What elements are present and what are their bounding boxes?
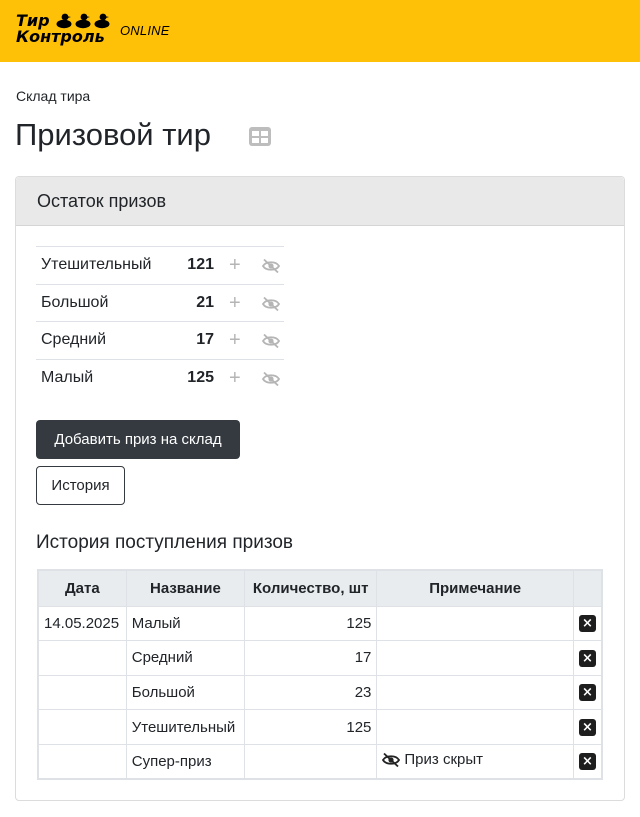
cell-qty: 125 (244, 709, 378, 745)
table-row: Утешительный 125 × (37, 709, 603, 745)
cell-date (37, 674, 127, 711)
column-header-qty: Количество, шт (244, 569, 378, 607)
table-icon[interactable] (248, 126, 272, 147)
hidden-note-text: Приз скрыт (404, 751, 483, 769)
cell-date (37, 709, 127, 745)
plus-icon[interactable]: + (229, 255, 241, 275)
cell-note (376, 640, 574, 676)
stock-name: Утешительный (41, 256, 152, 273)
cell-qty: 125 (244, 605, 378, 642)
cell-actions: × (572, 605, 603, 642)
table-row: 14.05.2025 Малый 125 × (37, 605, 603, 642)
hidden-note: Приз скрыт (382, 751, 483, 768)
close-icon[interactable]: × (578, 719, 596, 737)
stock-count: 121 (187, 256, 214, 273)
eye-slash-icon[interactable] (262, 371, 280, 387)
card-header: Остаток призов (16, 177, 624, 226)
card-title: Остаток призов (37, 191, 167, 211)
add-prize-button[interactable]: Добавить приз на склад (36, 420, 240, 459)
column-header-note: Примечание (376, 569, 574, 607)
history-button[interactable]: История (36, 466, 125, 505)
column-header-actions (572, 569, 603, 607)
cell-actions: × (572, 674, 603, 711)
history-table: Дата Название Количество, шт Примечание … (37, 569, 603, 780)
online-label: ONLINE (120, 23, 170, 38)
breadcrumb[interactable]: Склад тира (16, 88, 90, 104)
eye-slash-icon[interactable] (262, 258, 280, 274)
cell-date (37, 640, 127, 676)
stock-count: 21 (196, 293, 214, 311)
stock-row: Большой 21 + (36, 283, 284, 322)
table-row: Супер-приз Приз скрыт × (37, 743, 603, 780)
plus-icon[interactable]: + (229, 368, 241, 388)
cell-qty: 17 (244, 640, 378, 676)
cell-note (376, 709, 574, 745)
cell-date: 14.05.2025 (37, 605, 127, 642)
page-title: Призовой тир (15, 117, 211, 152)
cell-note (376, 605, 574, 642)
cell-note (376, 674, 574, 711)
stock-name: Большой (41, 293, 109, 311)
table-row: Средний 17 × (37, 640, 603, 676)
column-header-name: Название (125, 569, 246, 607)
top-navbar: Тир Контроль ONLINE (0, 0, 640, 62)
cell-name: Средний (125, 640, 246, 676)
stock-name: Малый (41, 368, 94, 386)
cell-actions: × (572, 640, 603, 676)
cell-date (37, 743, 127, 780)
eye-slash-icon[interactable] (262, 333, 280, 349)
cell-name: Утешительный (125, 709, 246, 745)
stock-list: Утешительный 121 + Большой 21 + Средний … (36, 246, 284, 396)
column-header-date: Дата (37, 569, 127, 607)
stock-count: 125 (187, 368, 214, 386)
plus-icon[interactable]: + (229, 330, 241, 350)
table-header-row: Дата Название Количество, шт Примечание (37, 569, 603, 607)
cell-name: Супер-приз (125, 743, 246, 780)
history-title: История поступления призов (36, 532, 293, 553)
close-icon[interactable]: × (578, 615, 596, 633)
stock-name: Средний (41, 331, 107, 348)
cell-qty: 23 (244, 674, 378, 711)
cell-qty (244, 743, 378, 780)
brand-logo[interactable]: Тир Контроль (16, 12, 116, 48)
stock-row: Утешительный 121 + (36, 246, 284, 284)
close-icon[interactable]: × (578, 684, 596, 702)
cell-name: Малый (125, 605, 246, 642)
table-row: Большой 23 × (37, 674, 603, 711)
stock-count: 17 (196, 331, 214, 348)
cell-actions: × (572, 743, 603, 780)
eye-slash-icon[interactable] (262, 296, 280, 312)
eye-slash-icon (382, 752, 401, 767)
stock-row: Малый 125 + (36, 358, 284, 397)
cell-actions: × (572, 709, 603, 745)
plus-icon[interactable]: + (229, 293, 241, 313)
close-icon[interactable]: × (578, 753, 596, 771)
close-icon[interactable]: × (578, 649, 596, 667)
stock-row: Средний 17 + (36, 321, 284, 359)
logo-line2: Контроль (16, 27, 105, 46)
prize-stock-card: Остаток призов Утешительный 121 + Большо… (15, 176, 625, 801)
cell-note: Приз скрыт (376, 743, 574, 780)
cell-name: Большой (125, 674, 246, 711)
